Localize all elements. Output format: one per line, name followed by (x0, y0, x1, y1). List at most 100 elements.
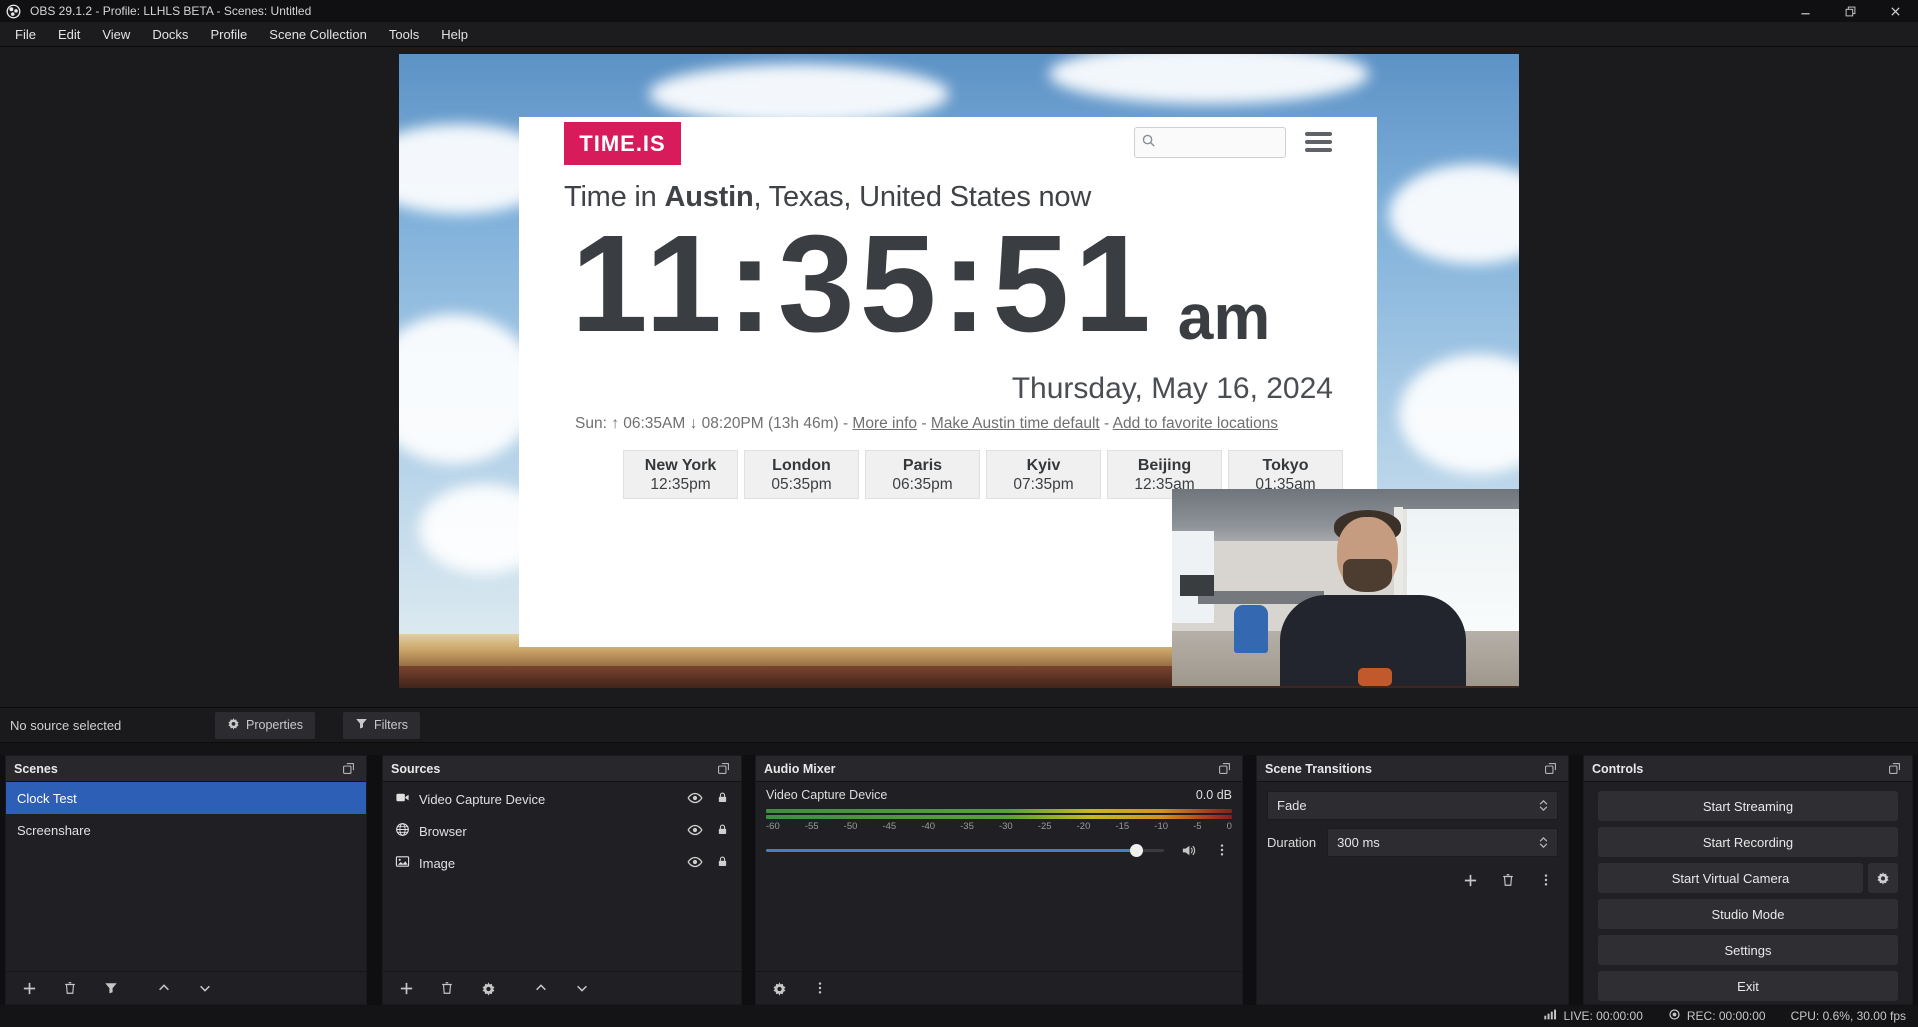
city-time: 07:35pm (987, 476, 1100, 495)
scene-item-screenshare[interactable]: Screenshare (6, 814, 366, 846)
favorite-link: Add to favorite locations (1113, 415, 1278, 432)
audio-mixer-header[interactable]: Audio Mixer (756, 756, 1242, 782)
mixer-menu-dots-button[interactable] (810, 978, 830, 998)
remove-scene-button[interactable] (60, 978, 80, 998)
add-transition-button[interactable] (1460, 870, 1480, 890)
sources-list: Video Capture Device Browser (383, 782, 741, 1004)
add-source-button[interactable] (396, 978, 416, 998)
controls-panel: Controls Start Streaming Start Recording… (1583, 755, 1913, 1005)
menu-view[interactable]: View (91, 22, 141, 46)
duration-spinbox[interactable]: 300 ms (1327, 828, 1558, 857)
preview-region: TIME.IS Time in Austin, Texas, United St… (0, 47, 1918, 707)
menu-scene-collection[interactable]: Scene Collection (258, 22, 378, 46)
clock-meridiem: am (1178, 285, 1271, 353)
mixer-level-db: 0.0 dB (1196, 788, 1232, 802)
start-virtual-camera-button[interactable]: Start Virtual Camera (1598, 863, 1863, 893)
scenes-panel-header[interactable]: Scenes (6, 756, 366, 782)
city-tile: Paris 06:35pm (865, 450, 980, 499)
mixer-item-menu-icon[interactable] (1212, 840, 1232, 860)
source-item-browser[interactable]: Browser (383, 816, 741, 846)
city-name: London (745, 456, 858, 476)
transition-properties-dots-button[interactable] (1536, 870, 1556, 890)
visibility-eye-icon[interactable] (687, 822, 703, 841)
source-item-video-capture[interactable]: Video Capture Device (383, 784, 741, 814)
exit-button[interactable]: Exit (1598, 971, 1898, 1001)
add-scene-button[interactable] (19, 978, 39, 998)
move-source-down-button[interactable] (572, 978, 592, 998)
source-properties-gear-button[interactable] (478, 978, 498, 998)
menu-help[interactable]: Help (430, 22, 479, 46)
city-name: New York (624, 456, 737, 476)
source-status-text: No source selected (10, 718, 215, 733)
city-tile: London 05:35pm (744, 450, 859, 499)
remove-transition-button[interactable] (1498, 870, 1518, 890)
lock-icon[interactable] (716, 855, 729, 871)
source-item-image[interactable]: Image (383, 848, 741, 878)
live-time: LIVE: 00:00:00 (1563, 1009, 1642, 1023)
obs-window: OBS 29.1.2 - Profile: LLHLS BETA - Scene… (0, 0, 1918, 1027)
popout-icon[interactable] (1214, 759, 1234, 779)
menu-docks[interactable]: Docks (141, 22, 199, 46)
move-scene-down-button[interactable] (195, 978, 215, 998)
preview-canvas[interactable]: TIME.IS Time in Austin, Texas, United St… (399, 54, 1519, 688)
city-name: Beijing (1108, 456, 1221, 476)
menu-file[interactable]: File (4, 22, 47, 46)
timeis-logo: TIME.IS (564, 122, 681, 165)
visibility-eye-icon[interactable] (687, 854, 703, 873)
obs-logo-icon (6, 4, 21, 19)
webcam-person-beard (1343, 559, 1392, 592)
remove-source-button[interactable] (437, 978, 457, 998)
transitions-header[interactable]: Scene Transitions (1257, 756, 1568, 782)
menu-edit[interactable]: Edit (47, 22, 91, 46)
city-time: 06:35pm (866, 476, 979, 495)
lock-icon[interactable] (716, 823, 729, 839)
speaker-icon[interactable] (1178, 840, 1198, 860)
restore-button[interactable] (1828, 0, 1873, 22)
globe-icon (395, 822, 410, 840)
volume-meter: -60-55-50-45-40-35-30-25-20-15-10-50 (766, 809, 1232, 832)
menu-profile[interactable]: Profile (199, 22, 258, 46)
scenes-list: Clock Test Screenshare (6, 782, 366, 1004)
visibility-eye-icon[interactable] (687, 790, 703, 809)
lock-icon[interactable] (716, 791, 729, 807)
volume-slider-handle[interactable] (1130, 844, 1143, 857)
dock-area: Scenes Clock Test Screenshare (0, 755, 1918, 1005)
clock-row: 11:35:51 am (571, 203, 1331, 353)
settings-button[interactable]: Settings (1598, 935, 1898, 965)
window-title: OBS 29.1.2 - Profile: LLHLS BETA - Scene… (30, 4, 311, 18)
search-icon (1141, 133, 1156, 153)
source-toolbar: No source selected Properties Filters (0, 707, 1918, 743)
volume-slider[interactable] (766, 843, 1164, 857)
virtual-camera-config-button[interactable] (1868, 863, 1898, 893)
spinbox-arrows-icon[interactable] (1539, 837, 1548, 848)
studio-mode-button[interactable]: Studio Mode (1598, 899, 1898, 929)
city-tile: Kyiv 07:35pm (986, 450, 1101, 499)
properties-button[interactable]: Properties (215, 712, 315, 739)
move-source-up-button[interactable] (531, 978, 551, 998)
combo-arrows-icon[interactable] (1539, 800, 1548, 811)
minimize-button[interactable] (1783, 0, 1828, 22)
menu-tools[interactable]: Tools (378, 22, 430, 46)
popout-icon[interactable] (338, 759, 358, 779)
duration-label: Duration (1267, 835, 1316, 850)
popout-icon[interactable] (1884, 759, 1904, 779)
scene-filters-button[interactable] (101, 978, 121, 998)
controls-header[interactable]: Controls (1584, 756, 1912, 782)
cpu-fps-stats: CPU: 0.6%, 30.00 fps (1791, 1009, 1906, 1023)
transition-select[interactable]: Fade (1267, 791, 1558, 820)
popout-icon[interactable] (1540, 759, 1560, 779)
scene-item-clock-test[interactable]: Clock Test (6, 782, 366, 814)
sources-panel-header[interactable]: Sources (383, 756, 741, 782)
start-streaming-button[interactable]: Start Streaming (1598, 791, 1898, 821)
properties-label: Properties (246, 718, 303, 732)
start-recording-button[interactable]: Start Recording (1598, 827, 1898, 857)
close-button[interactable] (1873, 0, 1918, 22)
move-scene-up-button[interactable] (154, 978, 174, 998)
popout-icon[interactable] (713, 759, 733, 779)
advanced-audio-gear-button[interactable] (769, 978, 789, 998)
audio-mixer-title: Audio Mixer (764, 762, 836, 776)
webcam-chair (1234, 605, 1268, 653)
cloud-shape (649, 64, 949, 124)
city-name: Tokyo (1229, 456, 1342, 476)
filters-button[interactable]: Filters (343, 712, 420, 739)
